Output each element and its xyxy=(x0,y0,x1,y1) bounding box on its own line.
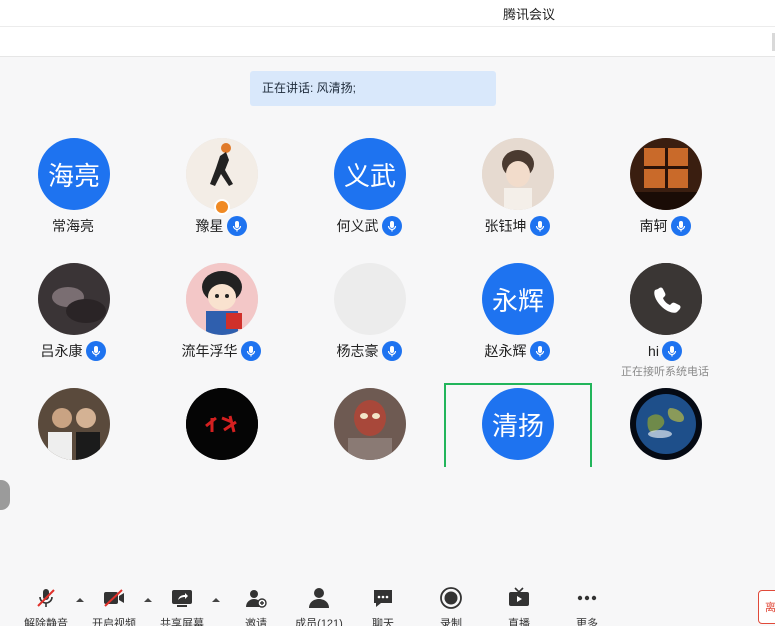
avatar-image xyxy=(334,388,406,460)
start-video-label: 开启视频 xyxy=(92,618,136,626)
mic-icon xyxy=(240,341,261,361)
video-off-icon xyxy=(104,589,124,607)
avatar: 清扬 xyxy=(482,388,554,460)
avatar xyxy=(38,388,110,460)
participant-name: 南轲 xyxy=(639,218,668,234)
avatar-image xyxy=(38,388,110,460)
participant-name: 何义武 xyxy=(336,218,379,234)
participant-tile[interactable]: 张钰坤 xyxy=(444,126,590,244)
avatar-text: 义武 xyxy=(343,160,396,191)
avatar-image xyxy=(630,138,702,210)
avatar-image xyxy=(186,388,258,460)
mic-icon xyxy=(661,341,682,361)
avatar-image xyxy=(38,263,110,335)
participant-name: 豫星 xyxy=(195,218,224,234)
participant-tile[interactable]: 流年浮华 xyxy=(148,251,294,369)
top-strip xyxy=(0,27,775,57)
avatar-text: 海亮 xyxy=(47,160,100,191)
mic-icon xyxy=(381,341,402,361)
avatar xyxy=(38,263,110,335)
avatar: 海亮 xyxy=(38,138,110,210)
invite-icon xyxy=(246,590,267,608)
participant-tile[interactable]: 豫星 xyxy=(148,126,294,244)
earth-avatar-image xyxy=(630,388,702,460)
chat-button[interactable]: 聊天 xyxy=(348,586,418,626)
window-title: 腾讯会议 xyxy=(502,7,555,22)
start-video-button[interactable]: 开启视频 xyxy=(79,586,149,626)
phone-icon xyxy=(630,263,702,335)
mic-icon xyxy=(529,341,550,361)
chat-label: 聊天 xyxy=(372,618,394,626)
avatar: 义武 xyxy=(334,138,406,210)
mic-icon xyxy=(529,216,550,236)
unmute-label: 解除静音 xyxy=(24,618,68,626)
mic-icon xyxy=(85,341,106,361)
participant-tile[interactable]: 杨志豪 xyxy=(296,251,442,369)
mic-icon xyxy=(381,216,402,236)
avatar: 永辉 xyxy=(482,263,554,335)
participant-name: 吕永康 xyxy=(40,343,83,359)
record-icon xyxy=(440,587,462,609)
invite-button[interactable]: 邀请 xyxy=(221,586,291,626)
mic-muted-icon xyxy=(37,589,55,607)
avatar-text: 永辉 xyxy=(491,285,544,316)
avatar xyxy=(630,138,702,210)
avatar xyxy=(334,388,406,460)
more-button[interactable]: 更多 xyxy=(552,586,622,626)
participant-tile[interactable] xyxy=(0,376,146,494)
participant-tile[interactable]: 永辉 赵永辉 xyxy=(444,251,590,369)
participant-tile[interactable]: 南轲 xyxy=(592,126,738,244)
avatar xyxy=(334,263,406,335)
participant-name: 杨志豪 xyxy=(336,343,379,359)
participant-name: 流年浮华 xyxy=(181,343,238,359)
live-button[interactable]: 直播 xyxy=(484,586,554,626)
participant-tile[interactable]: 义武 何义武 xyxy=(296,126,442,244)
members-button[interactable]: 成员(121) xyxy=(284,586,354,626)
avatar xyxy=(186,263,258,335)
record-button[interactable]: 录制 xyxy=(416,586,486,626)
share-screen-label: 共享屏幕 xyxy=(160,618,204,626)
speaking-indicator: 正在讲话: 风清扬; xyxy=(250,71,496,106)
participant-name: 常海亮 xyxy=(52,218,94,234)
record-label: 录制 xyxy=(440,618,462,626)
participant-tile[interactable]: hi 正在接听系统电话 xyxy=(592,251,738,378)
avatar xyxy=(630,388,702,460)
members-icon xyxy=(309,588,329,608)
share-screen-button[interactable]: 共享屏幕 xyxy=(147,586,217,626)
avatar-text: 清扬 xyxy=(491,410,544,441)
invite-label: 邀请 xyxy=(245,618,267,626)
participant-tile[interactable] xyxy=(296,376,442,494)
share-screen-icon xyxy=(172,590,192,607)
chevron-up-icon[interactable] xyxy=(211,595,221,605)
participant-name: hi xyxy=(648,343,659,359)
participant-name: 张钰坤 xyxy=(484,218,527,234)
side-panel-handle[interactable] xyxy=(0,480,10,510)
participant-tile[interactable]: 清扬 xyxy=(444,376,590,494)
avatar-image xyxy=(186,263,258,335)
more-icon xyxy=(577,595,597,601)
host-badge-icon xyxy=(214,199,230,215)
mic-icon xyxy=(226,216,247,236)
title-bar: 腾讯会议 xyxy=(0,0,775,27)
participant-tile[interactable] xyxy=(592,376,738,494)
live-label: 直播 xyxy=(508,618,530,626)
avatar xyxy=(482,138,554,210)
unmute-button[interactable]: 解除静音 xyxy=(11,586,81,626)
avatar-image xyxy=(482,138,554,210)
bottom-toolbar: 解除静音 开启视频 共享屏幕 邀请 成员(121) 聊天 录制 直播 更多 xyxy=(0,580,775,626)
participant-name: 赵永辉 xyxy=(484,343,527,359)
more-label: 更多 xyxy=(576,618,598,626)
leave-meeting-button[interactable]: 离开 xyxy=(758,590,775,624)
participant-tile[interactable]: 海亮 常海亮 xyxy=(0,126,146,244)
members-label: 成员(121) xyxy=(295,618,343,626)
avatar xyxy=(630,263,702,335)
chat-icon xyxy=(374,590,392,607)
mic-icon xyxy=(670,216,691,236)
live-icon xyxy=(509,587,529,606)
participant-tile[interactable] xyxy=(148,376,294,494)
participant-tile[interactable]: 吕永康 xyxy=(0,251,146,369)
avatar xyxy=(186,388,258,460)
